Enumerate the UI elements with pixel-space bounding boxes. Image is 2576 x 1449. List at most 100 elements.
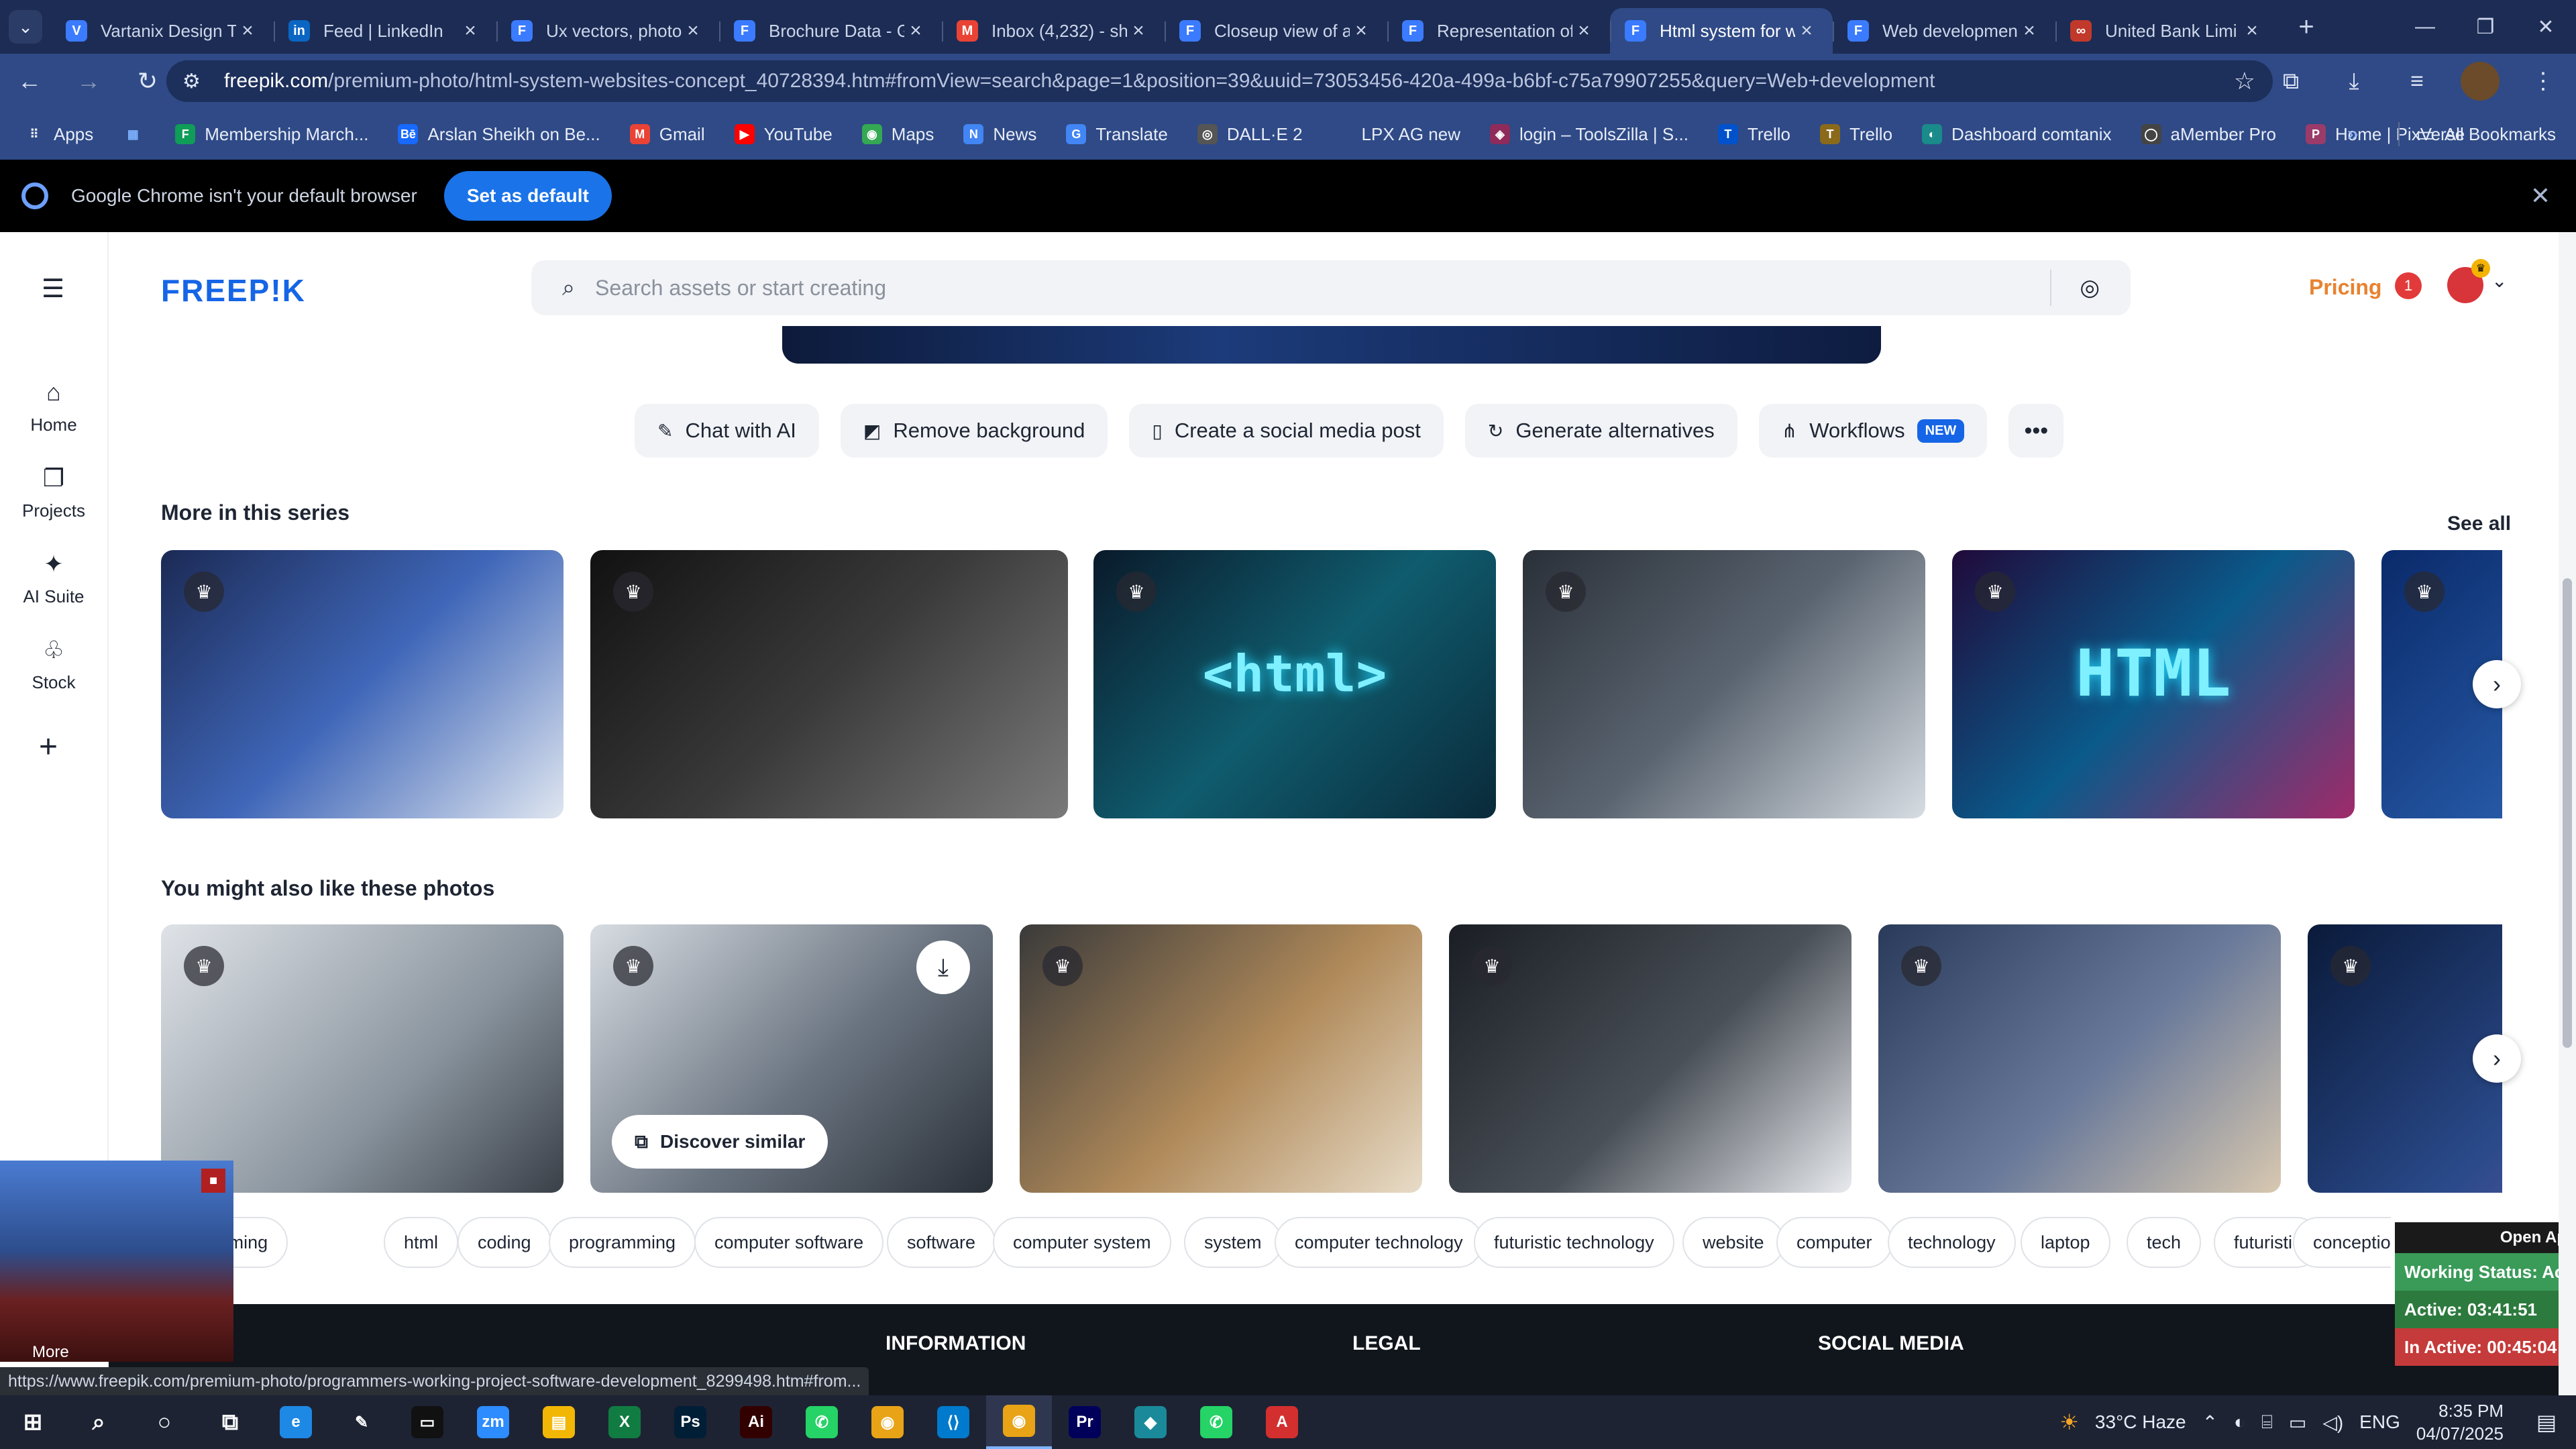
edge-taskbar-button[interactable]: e [263, 1395, 329, 1449]
browser-tab[interactable]: V Vartanix Design Te × [51, 8, 274, 54]
premiere-taskbar-button[interactable]: Pr [1052, 1395, 1118, 1449]
media-control-icon[interactable]: ≡ [2398, 62, 2436, 101]
camera-icon[interactable]: ◎ [2080, 274, 2100, 301]
close-tab-icon[interactable]: × [1127, 19, 1150, 42]
start-taskbar-button[interactable]: ⊞ [0, 1395, 66, 1449]
bookmark-item[interactable]: ▦ [123, 124, 152, 144]
similar-image-card[interactable]: ♛ [1878, 924, 2281, 1193]
nav-item-ai-suite[interactable]: ✦ AI Suite [0, 550, 107, 607]
profile-avatar[interactable] [2461, 62, 2500, 101]
close-tab-icon[interactable]: × [236, 19, 259, 42]
bookmark-item[interactable]: LPX AG new [1332, 124, 1460, 145]
action-create-a-social-media-post-button[interactable]: ▯ Create a social media post [1129, 404, 1444, 458]
action-chat-with-ai-button[interactable]: ✎ Chat with AI [635, 404, 819, 458]
download-icon[interactable]: ⤓ [2334, 62, 2373, 101]
chevron-down-icon[interactable]: ⌄ [2491, 270, 2507, 292]
close-tab-icon[interactable]: × [1350, 19, 1373, 42]
freepik-logo[interactable]: FREEP!K [161, 272, 306, 309]
zoom-taskbar-button[interactable]: zm [460, 1395, 526, 1449]
bookmark-item[interactable]: Bē Arslan Sheikh on Be... [398, 124, 600, 145]
tag-chip[interactable]: laptop [2021, 1217, 2110, 1268]
excel-taskbar-button[interactable]: X [592, 1395, 657, 1449]
tag-chip[interactable]: computer technology [1275, 1217, 1483, 1268]
bookmark-item[interactable]: N News [963, 124, 1036, 145]
bookmark-item[interactable]: ◐ Dashboard comtanix [1922, 124, 2112, 145]
network-icon[interactable]: ⌸ [2261, 1411, 2273, 1434]
browser-tab[interactable]: in Feed | LinkedIn × [274, 8, 496, 54]
tag-chip[interactable]: software [887, 1217, 996, 1268]
close-tab-icon[interactable]: × [459, 19, 482, 42]
scrollbar-thumb[interactable] [2563, 578, 2572, 1048]
hamburger-menu-icon[interactable]: ☰ [42, 274, 64, 304]
minimize-button[interactable]: — [2395, 0, 2455, 54]
close-tab-icon[interactable]: × [2018, 19, 2041, 42]
series-image-card[interactable]: ♛ [1523, 550, 1925, 818]
extensions-icon[interactable]: ⧉ [2271, 62, 2310, 101]
meet-icon[interactable]: ◐ [2234, 1411, 2245, 1433]
close-tab-icon[interactable]: × [1572, 19, 1595, 42]
tag-chip[interactable]: computer software [694, 1217, 884, 1268]
similar-image-card[interactable]: ♛ [1020, 924, 1422, 1193]
page-scrollbar[interactable] [2559, 232, 2576, 1395]
browser-tab[interactable]: F Representation of × [1387, 8, 1610, 54]
pen-taskbar-button[interactable]: ✎ [329, 1395, 394, 1449]
plus-icon[interactable]: + [39, 729, 58, 765]
new-tab-button[interactable]: + [2288, 8, 2325, 46]
notification-badge[interactable]: 1 [2395, 272, 2422, 299]
acrobat-taskbar-button[interactable]: A [1249, 1395, 1315, 1449]
series-image-card[interactable]: ♛ [590, 550, 1068, 818]
photoshop-taskbar-button[interactable]: Ps [657, 1395, 723, 1449]
discover-similar-button[interactable]: ⧉ Discover similar [612, 1115, 828, 1169]
similar-image-card[interactable]: ♛ [1449, 924, 1851, 1193]
language-indicator[interactable]: ENG [2359, 1411, 2400, 1433]
series-next-button[interactable]: › [2473, 660, 2521, 708]
tag-chip[interactable]: computer [1776, 1217, 1892, 1268]
nav-item-projects[interactable]: ❐ Projects [0, 464, 107, 521]
browser-tab[interactable]: F Closeup view of a × [1165, 8, 1387, 54]
series-image-card[interactable]: ♛ <html> [1093, 550, 1496, 818]
tag-chip[interactable]: system [1184, 1217, 1282, 1268]
similar-image-card[interactable]: ♛ ⤓ ⧉ Discover similar [590, 924, 993, 1193]
app-taskbar-button[interactable]: ◆ [1118, 1395, 1183, 1449]
picture-in-picture-video[interactable]: ■ More [0, 1161, 233, 1362]
cortana-taskbar-button[interactable]: ○ [131, 1395, 197, 1449]
site-info-icon[interactable]: ⚙ [182, 70, 209, 93]
task-view-taskbar-button[interactable]: ⧉ [197, 1395, 263, 1449]
bookmark-item[interactable]: ⠿ Apps [24, 124, 93, 145]
tag-chip[interactable]: html [384, 1217, 459, 1268]
illustrator-taskbar-button[interactable]: Ai [723, 1395, 789, 1449]
terminal-taskbar-button[interactable]: ▭ [394, 1395, 460, 1449]
browser-tab[interactable]: ∞ United Bank Limi × [2055, 8, 2278, 54]
bookmark-item[interactable]: T Trello [1819, 124, 1892, 145]
tag-chip[interactable]: computer system [993, 1217, 1171, 1268]
nav-item-stock[interactable]: ♧ Stock [0, 636, 107, 693]
tag-chip[interactable]: programming [549, 1217, 696, 1268]
tag-chip[interactable]: futuristic technology [1474, 1217, 1674, 1268]
close-window-button[interactable]: ✕ [2516, 0, 2576, 54]
download-icon[interactable]: ⤓ [916, 941, 970, 994]
action-remove-background-button[interactable]: ◩ Remove background [840, 404, 1108, 458]
weather-text[interactable]: 33°C Haze [2095, 1411, 2186, 1433]
explorer-taskbar-button[interactable]: ▤ [526, 1395, 592, 1449]
close-tab-icon[interactable]: × [904, 19, 927, 42]
all-bookmarks-link[interactable]: All Bookmarks [2445, 124, 2556, 145]
chevron-up-icon[interactable]: ⌃ [2202, 1411, 2218, 1434]
browser-tab[interactable]: F Ux vectors, photo × [496, 8, 719, 54]
pricing-link[interactable]: Pricing [2309, 275, 2381, 300]
forward-button[interactable]: → [68, 61, 109, 101]
close-icon[interactable]: ✕ [2530, 182, 2551, 210]
chrome-active-taskbar-button[interactable]: ◉ [986, 1395, 1052, 1449]
bookmark-item[interactable]: ◎ DALL·E 2 [1197, 124, 1303, 145]
close-tab-icon[interactable]: × [2241, 19, 2263, 42]
bookmark-item[interactable]: ▶ YouTube [734, 124, 833, 145]
nav-item-home[interactable]: ⌂ Home [0, 378, 107, 435]
avatar[interactable]: ♛ [2447, 259, 2490, 303]
tag-chip[interactable]: technology [1888, 1217, 2016, 1268]
vscode-taskbar-button[interactable]: ⟨⟩ [920, 1395, 986, 1449]
series-image-card[interactable]: ♛ [161, 550, 564, 818]
bookmark-star-icon[interactable]: ☆ [2234, 67, 2255, 95]
monitor-icon[interactable]: ▭ [2289, 1411, 2306, 1434]
search-input[interactable]: ⌕ Search assets or start creating ◎ [531, 260, 2131, 315]
search-taskbar-button[interactable]: ⌕ [66, 1395, 131, 1449]
browser-tab[interactable]: F Web developmen × [1833, 8, 2055, 54]
